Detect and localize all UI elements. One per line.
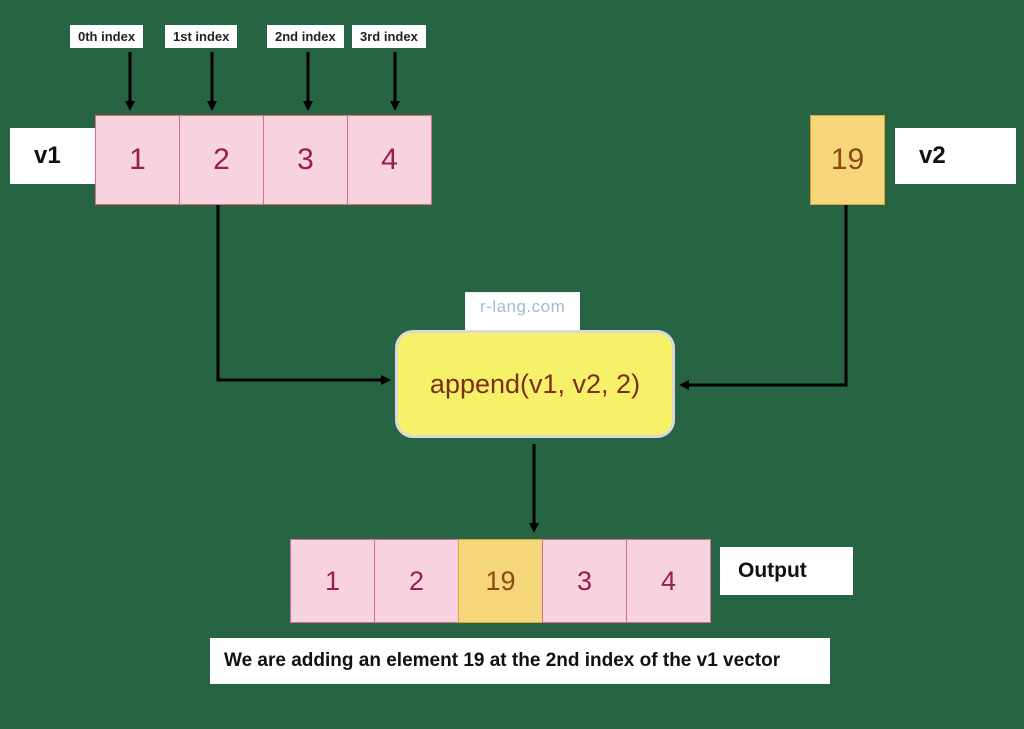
index-label-2: 2nd index <box>267 25 344 48</box>
index-label-1: 1st index <box>165 25 237 48</box>
v1-cell-1: 2 <box>179 115 264 205</box>
output-cell-1: 2 <box>374 539 459 623</box>
output-cell-2: 19 <box>458 539 543 623</box>
output-cell-3: 3 <box>542 539 627 623</box>
output-tag: Output <box>720 547 853 595</box>
caption: We are adding an element 19 at the 2nd i… <box>210 638 830 684</box>
v1-cell-3: 4 <box>347 115 432 205</box>
v1-cell-0: 1 <box>95 115 180 205</box>
output-vector: 1 2 19 3 4 <box>290 539 711 623</box>
v1-vector: 1 2 3 4 <box>95 115 432 205</box>
index-label-0: 0th index <box>70 25 143 48</box>
v2-tag: v2 <box>895 128 1016 184</box>
output-cell-4: 4 <box>626 539 711 623</box>
function-box: append(v1, v2, 2) <box>395 330 675 438</box>
v2-vector: 19 <box>810 115 885 205</box>
function-wrap: r-lang.com append(v1, v2, 2) <box>395 330 675 438</box>
v2-cell-0: 19 <box>810 115 885 205</box>
v1-cell-2: 3 <box>263 115 348 205</box>
watermark: r-lang.com <box>465 292 580 332</box>
index-label-3: 3rd index <box>352 25 426 48</box>
output-cell-0: 1 <box>290 539 375 623</box>
function-text: append(v1, v2, 2) <box>430 369 640 400</box>
